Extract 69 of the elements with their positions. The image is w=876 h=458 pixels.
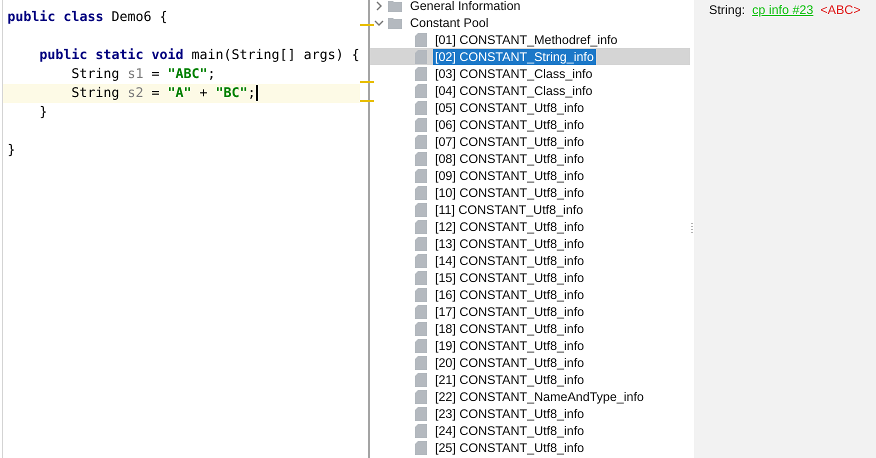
- tree-item[interactable]: [22] CONSTANT_NameAndType_info: [433, 388, 646, 404]
- warning-marker[interactable]: [360, 100, 374, 102]
- file-icon: [415, 236, 427, 250]
- warning-marker[interactable]: [360, 24, 374, 26]
- file-icon: [415, 220, 427, 234]
- tree-item[interactable]: [04] CONSTANT_Class_info: [433, 82, 594, 98]
- file-icon: [415, 186, 427, 200]
- tree-item[interactable]: [05] CONSTANT_Utf8_info: [433, 100, 586, 116]
- code-editor[interactable]: public class Demo6 { public static void main(String[] args) { String s1 = "ABC"; String s2 = "A" + "BC"; } }: [0, 0, 370, 458]
- tree-item[interactable]: [13] CONSTANT_Utf8_info: [433, 236, 586, 252]
- file-icon: [415, 322, 427, 336]
- code-line: public static void main(String[] args) {: [39, 47, 360, 65]
- file-icon: [415, 288, 427, 302]
- tree-item[interactable]: [23] CONSTANT_Utf8_info: [433, 406, 586, 422]
- tree-item[interactable]: [07] CONSTANT_Utf8_info: [433, 134, 586, 150]
- tree-item[interactable]: [12] CONSTANT_Utf8_info: [433, 218, 586, 234]
- file-icon: [415, 440, 427, 454]
- tree-item[interactable]: [10] CONSTANT_Utf8_info: [433, 184, 586, 200]
- file-icon: [415, 118, 427, 132]
- code-line: }: [7, 142, 16, 160]
- tree-item[interactable]: [14] CONSTANT_Utf8_info: [433, 252, 586, 268]
- code-line: String s2 = "A" + "BC";: [71, 84, 258, 103]
- chevron-icon[interactable]: [374, 0, 384, 10]
- field-label: String:: [709, 3, 746, 17]
- file-icon: [415, 50, 427, 64]
- tree-item[interactable]: [18] CONSTANT_Utf8_info: [433, 320, 586, 336]
- tree-item[interactable]: [09] CONSTANT_Utf8_info: [433, 168, 586, 184]
- file-icon: [415, 304, 427, 318]
- folder-icon: [388, 16, 402, 28]
- file-icon: [415, 66, 427, 80]
- tree-item[interactable]: [19] CONSTANT_Utf8_info: [433, 338, 586, 354]
- folder-icon: [388, 0, 402, 12]
- tree-item[interactable]: [21] CONSTANT_Utf8_info: [433, 372, 586, 388]
- file-icon: [415, 338, 427, 352]
- tree-item[interactable]: [06] CONSTANT_Utf8_info: [433, 116, 586, 132]
- tree-item[interactable]: General Information: [408, 0, 522, 14]
- tree-item[interactable]: [03] CONSTANT_Class_info: [433, 66, 594, 82]
- file-icon: [415, 406, 427, 420]
- field-value: <ABC>: [820, 3, 861, 17]
- tree-item[interactable]: [17] CONSTANT_Utf8_info: [433, 304, 586, 320]
- chevron-icon[interactable]: [374, 18, 384, 28]
- code-line: }: [39, 104, 48, 122]
- file-icon: [415, 270, 427, 284]
- tree-item[interactable]: [08] CONSTANT_Utf8_info: [433, 150, 586, 166]
- file-icon: [415, 152, 427, 166]
- tree-item[interactable]: [20] CONSTANT_Utf8_info: [433, 354, 586, 370]
- file-icon: [415, 168, 427, 182]
- tree-item[interactable]: [11] CONSTANT_Utf8_info: [433, 202, 586, 218]
- tree-item[interactable]: Constant Pool: [408, 14, 491, 30]
- file-icon: [415, 356, 427, 370]
- code-line: public class Demo6 {: [7, 9, 168, 27]
- tree-item[interactable]: [02] CONSTANT_String_info: [433, 48, 596, 64]
- file-icon: [415, 424, 427, 438]
- file-icon: [415, 390, 427, 404]
- splitter-handle[interactable]: [691, 223, 693, 235]
- file-icon: [415, 254, 427, 268]
- tree-item[interactable]: [24] CONSTANT_Utf8_info: [433, 422, 586, 438]
- file-icon: [415, 32, 427, 46]
- file-icon: [415, 202, 427, 216]
- file-icon: [415, 84, 427, 98]
- tree-item[interactable]: [16] CONSTANT_Utf8_info: [433, 286, 586, 302]
- tree-item[interactable]: [25] CONSTANT_Utf8_info: [433, 440, 586, 456]
- code-line: String s1 = "ABC";: [71, 66, 216, 84]
- file-icon: [415, 134, 427, 148]
- tree-item[interactable]: [15] CONSTANT_Utf8_info: [433, 270, 586, 286]
- file-icon: [415, 100, 427, 114]
- warning-marker[interactable]: [360, 81, 374, 83]
- tree-item[interactable]: [01] CONSTANT_Methodref_info: [433, 32, 620, 48]
- file-icon: [415, 372, 427, 386]
